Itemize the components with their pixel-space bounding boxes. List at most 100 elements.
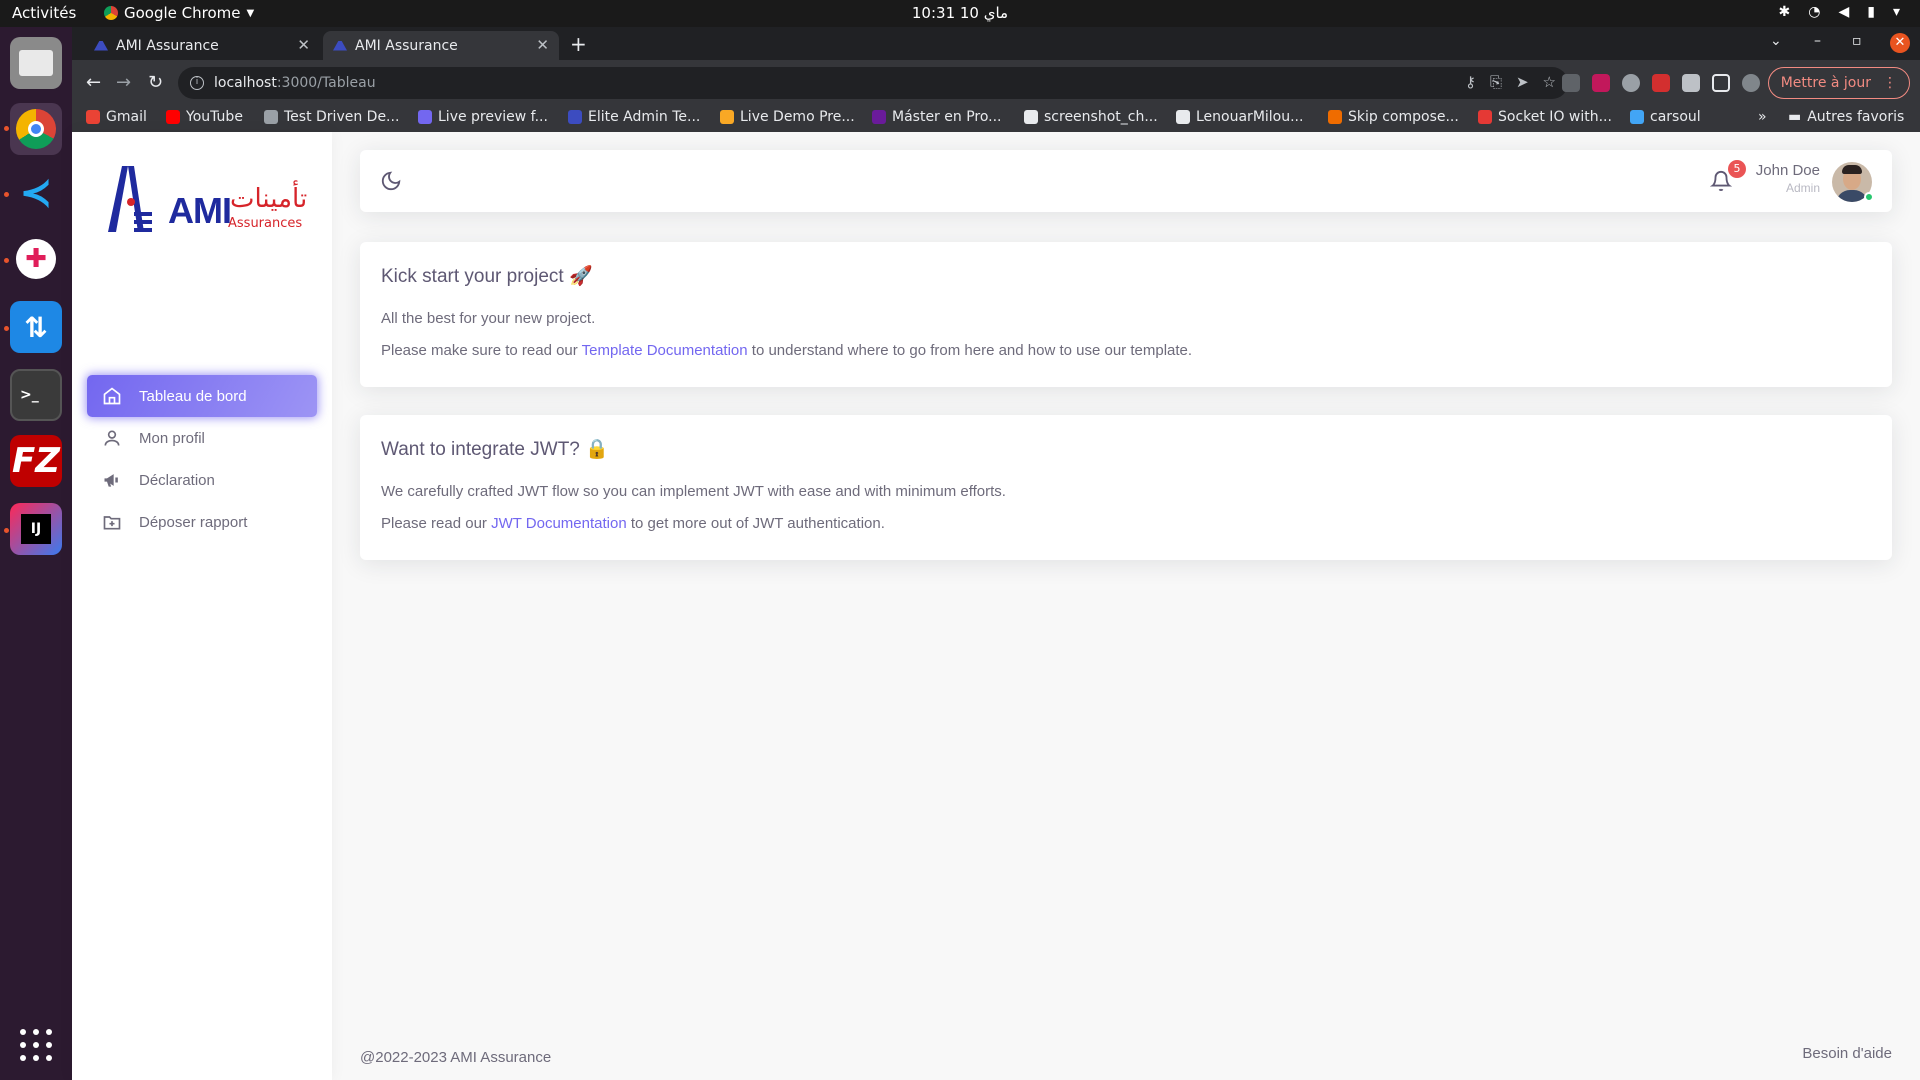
other-bookmarks[interactable]: ▬ Autres favoris xyxy=(1788,109,1904,125)
forward-icon[interactable]: → xyxy=(116,72,131,93)
send-icon[interactable]: ➤ xyxy=(1516,73,1529,91)
back-icon[interactable]: ← xyxy=(86,72,101,93)
terminal-icon[interactable]: >_ xyxy=(10,369,62,421)
update-button-label: Mettre à jour xyxy=(1780,75,1871,91)
key-icon[interactable]: ⚷ xyxy=(1465,73,1476,91)
bookmarks-overflow-button[interactable]: » xyxy=(1758,109,1767,125)
profile-icon[interactable] xyxy=(1742,74,1760,92)
url-path: :3000/Tableau xyxy=(276,75,376,91)
transfer-icon[interactable]: ⇅ xyxy=(10,301,62,353)
bookmark-icon xyxy=(1328,110,1342,124)
tab-title: AMI Assurance xyxy=(355,37,458,54)
minimize-button[interactable]: – xyxy=(1814,33,1821,49)
side-panel-icon[interactable] xyxy=(1712,74,1730,92)
extension-red-icon[interactable] xyxy=(1652,74,1670,92)
folder-icon: ▬ xyxy=(1788,109,1802,125)
top-navbar: 5 John Doe Admin xyxy=(360,150,1892,212)
slack-icon[interactable]: ✚ xyxy=(10,233,62,285)
tab-ami-assurance-2[interactable]: AMI Assurance ✕ xyxy=(323,31,559,60)
omnibox-actions: ⚷ ⎘ ➤ ☆ xyxy=(1465,73,1556,91)
web-app: AMI تأمينات Assurances Tableau de bord M… xyxy=(72,132,1920,1080)
dock: ≺ ✚ ⇅ >_ FZ IJ xyxy=(0,27,72,1080)
sidebar-item-deposer-rapport[interactable]: Déposer rapport xyxy=(87,501,317,543)
bookmark-live-demo[interactable]: Live Demo Pre... xyxy=(720,109,855,125)
moon-icon[interactable] xyxy=(380,170,402,196)
sidebar-item-mon-profil[interactable]: Mon profil xyxy=(87,417,317,459)
logo-text: AMI xyxy=(168,190,232,231)
close-icon[interactable]: ✕ xyxy=(536,36,549,54)
tab-ami-assurance-1[interactable]: AMI Assurance ✕ xyxy=(84,31,320,60)
card-text: We carefully crafted JWT flow so you can… xyxy=(381,483,1006,500)
bookmark-carsoul[interactable]: carsoul xyxy=(1630,109,1701,125)
bookmark-gmail[interactable]: Gmail xyxy=(86,109,147,125)
close-icon[interactable]: ✕ xyxy=(297,36,310,54)
reload-icon[interactable]: ↻ xyxy=(148,72,163,93)
bookmark-icon xyxy=(720,110,734,124)
show-apps-icon[interactable] xyxy=(20,1029,52,1061)
bookmark-skip-compose[interactable]: Skip compose... xyxy=(1328,109,1459,125)
card-text-part: Please make sure to read our xyxy=(381,342,582,359)
translate-icon[interactable]: ⎘ xyxy=(1490,73,1502,91)
bookmark-test-driven[interactable]: Test Driven De... xyxy=(264,109,399,125)
help-link[interactable]: Besoin d'aide xyxy=(1802,1045,1892,1062)
new-tab-button[interactable]: + xyxy=(570,32,587,56)
extension-pen-icon[interactable] xyxy=(1562,74,1580,92)
site-info-icon[interactable]: i xyxy=(190,76,204,90)
url-host: localhost xyxy=(214,75,277,91)
bookmark-master[interactable]: Máster en Pro... xyxy=(872,109,1002,125)
card-text-part: to understand where to go from here and … xyxy=(747,342,1193,359)
jwt-documentation-link[interactable]: JWT Documentation xyxy=(491,515,627,532)
bookmarks-bar: Gmail YouTube Test Driven De... Live pre… xyxy=(72,106,1920,132)
sidebar-item-tableau-de-bord[interactable]: Tableau de bord xyxy=(87,375,317,417)
sidebar-item-label: Tableau de bord xyxy=(139,387,247,405)
intellij-icon[interactable]: IJ xyxy=(10,503,62,555)
bookmark-icon xyxy=(264,110,278,124)
extensions-puzzle-icon[interactable] xyxy=(1682,74,1700,92)
sidebar-item-label: Déclaration xyxy=(139,471,215,489)
tab-strip: AMI Assurance ✕ AMI Assurance ✕ + ⌄ – ▫ … xyxy=(72,27,1920,60)
notification-badge: 5 xyxy=(1728,160,1746,178)
sidebar-item-label: Déposer rapport xyxy=(139,513,248,531)
star-icon[interactable]: ☆ xyxy=(1543,73,1556,91)
other-bookmarks-label: Autres favoris xyxy=(1807,109,1905,125)
update-button[interactable]: Mettre à jour ⋮ xyxy=(1767,67,1910,99)
online-status-dot xyxy=(1864,192,1874,202)
address-bar[interactable]: i localhost :3000/Tableau ⚷ ⎘ ➤ ☆ xyxy=(178,67,1568,99)
running-indicator xyxy=(4,258,9,263)
window-close-button[interactable]: ✕ xyxy=(1890,33,1910,53)
bookmark-live-preview[interactable]: Live preview f... xyxy=(418,109,548,125)
running-indicator xyxy=(4,192,9,197)
card-title: Want to integrate JWT? 🔒 xyxy=(381,439,609,460)
files-icon[interactable] xyxy=(10,37,62,89)
tab-search-icon[interactable]: ⌄ xyxy=(1770,33,1782,49)
clock[interactable]: 10:31 10 ماي xyxy=(0,4,1920,22)
user-info[interactable]: John Doe Admin xyxy=(1756,162,1820,195)
maximize-button[interactable]: ▫ xyxy=(1852,33,1862,49)
sidebar-item-declaration[interactable]: Déclaration xyxy=(87,459,317,501)
ami-logo[interactable]: AMI تأمينات Assurances xyxy=(104,162,307,242)
system-tray[interactable]: ✱ ◔ ◀ ▮ ▾ xyxy=(1779,4,1900,20)
filezilla-icon[interactable]: FZ xyxy=(10,435,62,487)
folder-plus-icon xyxy=(101,511,123,533)
card-title: Kick start your project 🚀 xyxy=(381,266,593,287)
vscode-icon[interactable]: ≺ xyxy=(10,167,62,219)
megaphone-icon xyxy=(101,469,123,491)
extension-color-icon[interactable] xyxy=(1592,74,1610,92)
chrome-icon[interactable] xyxy=(10,103,62,155)
kickstart-card: Kick start your project 🚀 All the best f… xyxy=(360,242,1892,387)
bookmark-socket-io[interactable]: Socket IO with... xyxy=(1478,109,1612,125)
bookmark-label: carsoul xyxy=(1650,109,1701,125)
bookmark-lenouar[interactable]: LenouarMilou... xyxy=(1176,109,1303,125)
template-documentation-link[interactable]: Template Documentation xyxy=(582,342,748,359)
sidebar-item-label: Mon profil xyxy=(139,429,205,447)
extension-globe-icon[interactable] xyxy=(1622,74,1640,92)
ami-favicon xyxy=(333,40,347,51)
card-text-part: to get more out of JWT authentication. xyxy=(626,515,885,532)
bookmark-youtube[interactable]: YouTube xyxy=(166,109,243,125)
logo-mark-icon xyxy=(108,166,152,232)
bookmark-elite-admin[interactable]: Elite Admin Te... xyxy=(568,109,700,125)
bookmark-label: Live Demo Pre... xyxy=(740,109,855,125)
bookmark-screenshot[interactable]: screenshot_ch... xyxy=(1024,109,1158,125)
bookmark-label: Máster en Pro... xyxy=(892,109,1002,125)
card-text: All the best for your new project. xyxy=(381,310,596,327)
